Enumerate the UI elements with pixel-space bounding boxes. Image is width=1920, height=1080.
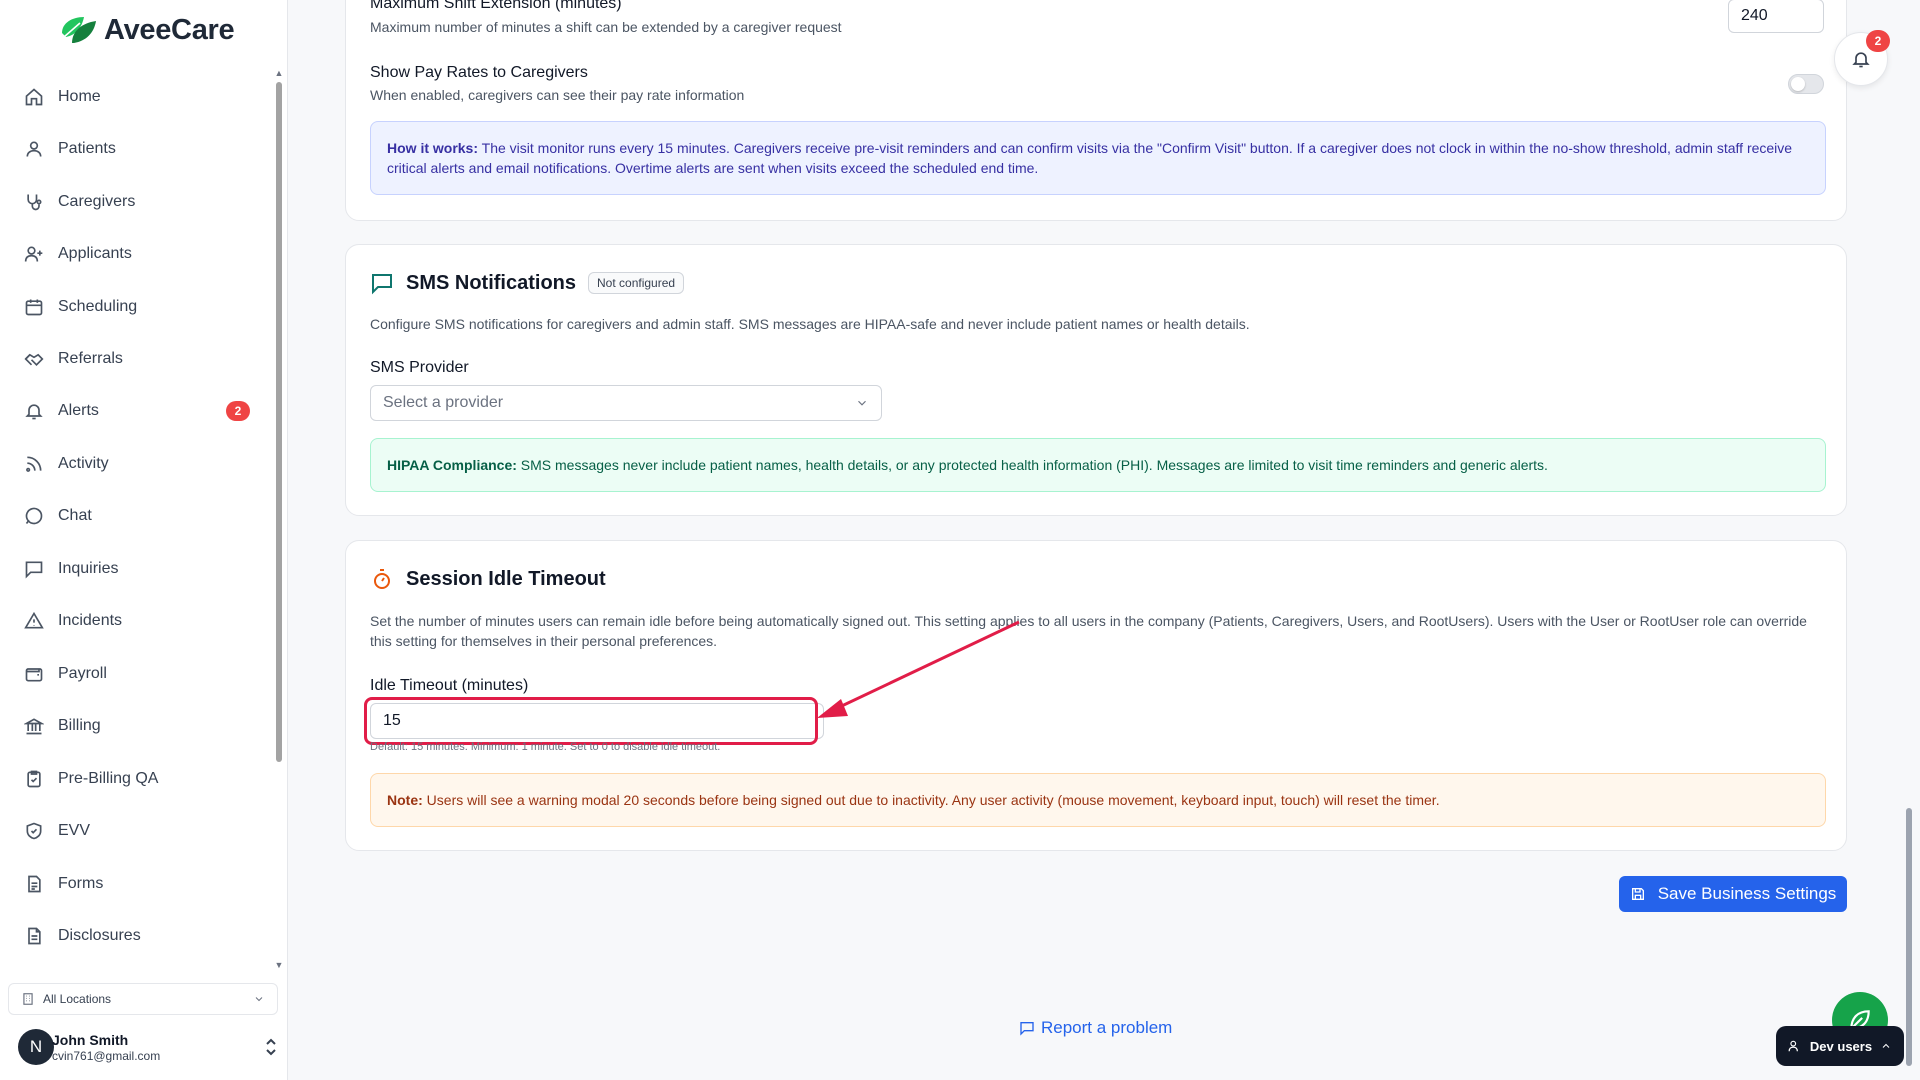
leaf-logo-icon — [62, 16, 96, 43]
sidebar-item-alerts[interactable]: Alerts 2 — [12, 390, 262, 432]
sidebar-item-label: Home — [58, 88, 101, 105]
sidebar-item-label: Referrals — [58, 350, 123, 367]
sidebar-item-label: Pre-Billing QA — [58, 770, 159, 787]
chevron-up-icon — [1882, 1043, 1890, 1048]
dev-users-button[interactable]: Dev users — [1776, 1026, 1904, 1066]
report-link-label: Report a problem — [1041, 1018, 1173, 1037]
sidebar-item-label: Inquiries — [58, 560, 119, 577]
chat-icon — [22, 504, 46, 528]
sidebar-item-activity[interactable]: Activity — [12, 443, 262, 485]
sidebar-item-label: Incidents — [58, 612, 123, 629]
save-icon — [1631, 888, 1644, 900]
annotation-arrow — [817, 620, 1020, 718]
sidebar-item-label: Billing — [58, 717, 101, 734]
sidebar-item-label: Forms — [58, 875, 104, 892]
sidebar-item-label: Scheduling — [58, 298, 138, 315]
location-select[interactable]: All Locations — [8, 983, 278, 1015]
chevrons-up-down-icon — [266, 1038, 276, 1056]
stethoscope-icon — [22, 190, 46, 214]
sidebar-item-inquiries[interactable]: Inquiries — [12, 548, 262, 590]
sidebar-item-label: Alerts — [58, 402, 99, 419]
avatar: N — [18, 1029, 54, 1065]
sidebar-item-label: Applicants — [58, 245, 132, 262]
sidebar-item-label: Caregivers — [58, 193, 136, 210]
shield-check-icon — [22, 819, 46, 843]
message-square-icon — [1020, 1022, 1034, 1036]
bank-icon — [22, 714, 46, 738]
bell-icon — [1852, 52, 1870, 68]
save-button-label: Save Business Settings — [1657, 884, 1837, 903]
sidebar-item-label: EVV — [58, 822, 91, 839]
sidebar-item-incidents[interactable]: Incidents — [12, 600, 262, 642]
user-info: John Smith cvin761@gmail.com — [52, 1032, 262, 1063]
sidebar-scroll-thumb[interactable] — [276, 82, 282, 762]
sidebar-item-patients[interactable]: Patients — [12, 128, 262, 170]
sidebar-scrollbar[interactable]: ▲ ▼ — [274, 68, 284, 970]
sidebar-item-forms[interactable]: Forms — [12, 863, 262, 905]
scroll-down-arrow-icon[interactable]: ▼ — [274, 960, 284, 970]
sidebar: AveeCare Home Patients Caregivers Applic… — [0, 0, 288, 1080]
bell-icon — [22, 399, 46, 423]
file-text-icon — [22, 872, 46, 896]
sidebar-item-label: Payroll — [58, 665, 107, 682]
sidebar-item-label: Activity — [58, 455, 109, 472]
clipboard-check-icon — [22, 767, 46, 791]
app-window: AveeCare Home Patients Caregivers Applic… — [0, 0, 1920, 1080]
sidebar-item-billing[interactable]: Billing — [12, 705, 262, 747]
brand-logo[interactable]: AveeCare — [58, 14, 235, 47]
sidebar-item-applicants[interactable]: Applicants — [12, 233, 262, 275]
warning-icon — [22, 609, 46, 633]
sidebar-item-caregivers[interactable]: Caregivers — [12, 181, 262, 223]
scroll-up-arrow-icon[interactable]: ▲ — [274, 68, 284, 78]
user-name: John Smith — [52, 1031, 129, 1048]
user-plus-icon — [22, 242, 46, 266]
sidebar-item-home[interactable]: Home — [12, 76, 262, 118]
users-icon — [1788, 1040, 1798, 1052]
main-content: Maximum Shift Extension (minutes) Maximu… — [289, 0, 1920, 1080]
sidebar-item-chat[interactable]: Chat — [12, 495, 262, 537]
dev-users-label: Dev users — [1809, 1038, 1873, 1054]
home-icon — [22, 85, 46, 109]
user-menu[interactable]: N John Smith cvin761@gmail.com — [18, 1024, 278, 1070]
wallet-icon — [22, 662, 46, 686]
alerts-count-badge: 2 — [226, 401, 250, 421]
building-icon — [23, 993, 33, 1005]
sidebar-item-label: Disclosures — [58, 927, 141, 944]
message-square-icon — [22, 557, 46, 581]
user-email: cvin761@gmail.com — [52, 1048, 161, 1063]
sidebar-item-payroll[interactable]: Payroll — [12, 653, 262, 695]
handshake-icon — [22, 347, 46, 371]
arrow-line — [828, 620, 1020, 714]
sidebar-item-referrals[interactable]: Referrals — [12, 338, 262, 380]
sidebar-item-disclosures[interactable]: Disclosures — [12, 915, 262, 957]
arrow-head — [817, 699, 848, 718]
user-icon — [22, 137, 46, 161]
page-scrollbar-thumb[interactable] — [1906, 808, 1912, 1066]
calendar-icon — [22, 295, 46, 319]
brand-name: AveeCare — [104, 14, 235, 46]
sidebar-item-evv[interactable]: EVV — [12, 810, 262, 852]
sidebar-item-scheduling[interactable]: Scheduling — [12, 286, 262, 328]
sidebar-item-pre-billing-qa[interactable]: Pre-Billing QA — [12, 758, 262, 800]
save-business-settings-button[interactable]: Save Business Settings — [1619, 876, 1847, 912]
document-icon — [22, 924, 46, 948]
sidebar-item-label: Patients — [58, 140, 116, 157]
report-problem-link[interactable]: Report a problem — [1019, 1018, 1172, 1038]
chevron-down-icon — [255, 997, 263, 1002]
location-select-value: All Locations — [43, 992, 112, 1006]
rss-icon — [22, 452, 46, 476]
notifications-count-badge: 2 — [1866, 30, 1890, 52]
sidebar-item-label: Chat — [58, 507, 92, 524]
